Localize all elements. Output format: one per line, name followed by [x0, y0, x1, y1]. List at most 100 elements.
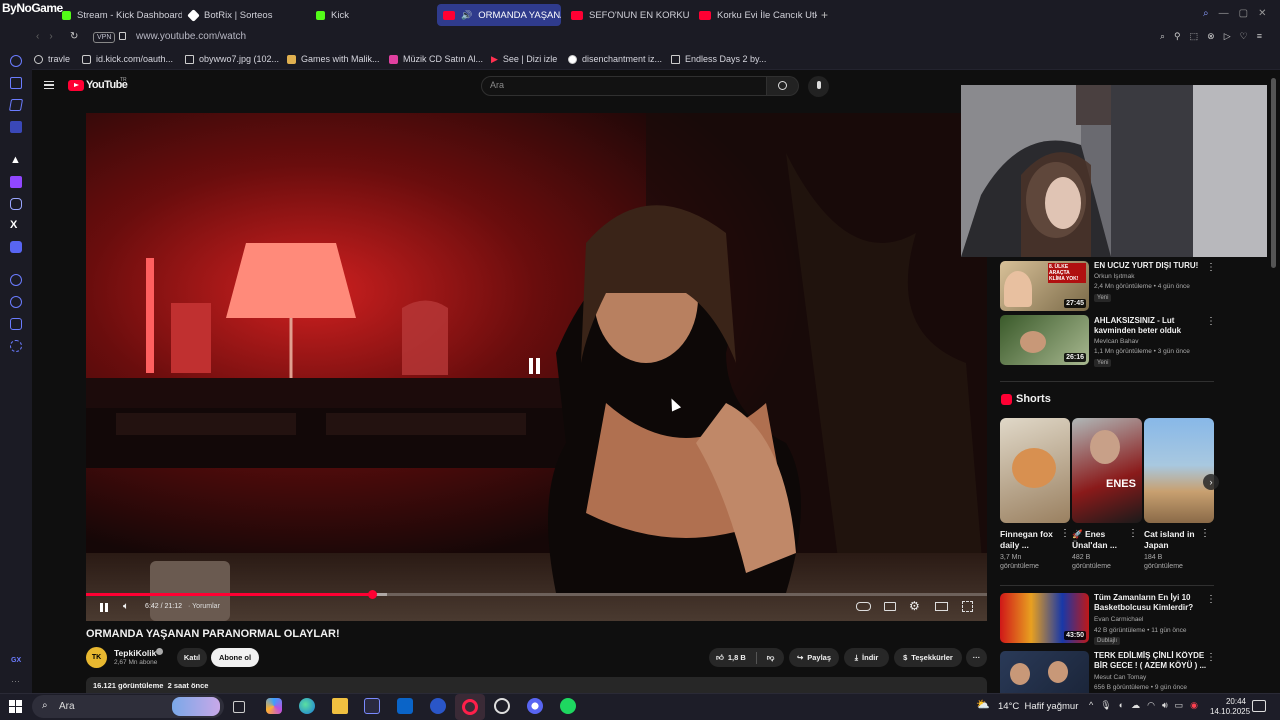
join-button[interactable]: Katıl: [177, 648, 207, 667]
more-options-icon[interactable]: ⋮: [1206, 595, 1216, 605]
more-options-icon[interactable]: ⋮: [1206, 317, 1216, 327]
share-button[interactable]: ↪ Paylaş: [789, 648, 839, 667]
video-thumbnail[interactable]: 43:50: [1000, 593, 1089, 643]
spotify-icon[interactable]: [560, 698, 576, 714]
windows-start-icon[interactable]: [9, 700, 22, 713]
video-thumbnail[interactable]: 8. ÜLKE ARAÇTA KLİMA YOK! 27:45: [1000, 261, 1089, 311]
wallet-icon[interactable]: [8, 99, 24, 111]
channel-name[interactable]: Evan Carmichael: [1094, 616, 1144, 623]
video-title[interactable]: Tüm Zamanların En İyi 10 Basketbolcusu K…: [1094, 593, 1212, 613]
new-tab-button[interactable]: +: [821, 8, 828, 22]
video-title[interactable]: EN UCUZ YURT DIŞI TURU!: [1094, 261, 1212, 271]
video-title[interactable]: TERK EDİLMİŞ ÇİNLİ KÖYDE BİR GECE ! ( AZ…: [1094, 651, 1212, 671]
bookmark-endless-days[interactable]: Endless Days 2 by...: [671, 52, 766, 66]
history-icon[interactable]: [10, 296, 22, 308]
page-scrollbar[interactable]: [1271, 78, 1276, 268]
bookmark-disenchantment[interactable]: disenchantment iz...: [568, 52, 662, 66]
extensions-icon[interactable]: [10, 318, 22, 330]
pin-icon[interactable]: ⚲: [1174, 31, 1181, 42]
subscribe-button[interactable]: Abone ol: [211, 648, 259, 667]
aria-icon[interactable]: [10, 77, 22, 89]
pause-overlay-icon[interactable]: [529, 358, 543, 374]
messenger-icon[interactable]: [10, 121, 22, 133]
vpn-badge[interactable]: VPN: [93, 32, 116, 43]
short-thumbnail[interactable]: [1000, 418, 1070, 523]
related-video-card[interactable]: 26:16 AHLAKSIZSINIZ - Lut kavminden bete…: [1000, 315, 1230, 367]
player-icon[interactable]: [10, 274, 22, 286]
weather-text[interactable]: 14°C Hafif yağmur: [998, 701, 1078, 712]
related-video-card[interactable]: 8. ÜLKE ARAÇTA KLİMA YOK! 27:45 EN UCUZ …: [1000, 261, 1230, 311]
more-options-icon[interactable]: ⋮: [1206, 653, 1216, 663]
url-field[interactable]: www.youtube.com/watch: [136, 31, 246, 42]
channel-name[interactable]: TepkiKolik: [114, 648, 156, 658]
chapter-label[interactable]: · Yorumlar: [188, 603, 220, 610]
cloud-icon[interactable]: ☁: [1131, 700, 1140, 711]
player-icon[interactable]: ▷: [1224, 31, 1231, 42]
tab-kick[interactable]: Kick: [310, 4, 430, 26]
channel-avatar[interactable]: TK: [86, 647, 107, 668]
download-button[interactable]: ⤓ İndir: [844, 648, 889, 667]
short-more-icon[interactable]: ⋮: [1128, 528, 1138, 539]
hamburger-icon[interactable]: [44, 81, 54, 89]
short-thumbnail[interactable]: ENES: [1072, 418, 1142, 523]
store-icon[interactable]: [364, 698, 380, 714]
video-title[interactable]: AHLAKSIZSINIZ - Lut kavminden beter oldu…: [1094, 316, 1212, 336]
obs-icon[interactable]: [494, 698, 510, 714]
tab-botrix[interactable]: BotRix | Sorteos: [183, 4, 303, 26]
pause-button[interactable]: [100, 603, 108, 612]
block-icon[interactable]: ⊗: [1207, 31, 1215, 42]
fullscreen-icon[interactable]: [962, 601, 973, 612]
progress-track[interactable]: [86, 590, 987, 599]
instagram-icon[interactable]: [10, 198, 22, 210]
tab-korku-evi[interactable]: Korku Evi İle Cancık Utku: [693, 4, 817, 26]
app-icon[interactable]: [430, 698, 446, 714]
x-icon[interactable]: X: [10, 219, 22, 231]
edge-icon[interactable]: [299, 698, 315, 714]
bookmark-dizi[interactable]: ▶ See | Dizi izle: [491, 52, 557, 66]
search-tabs-icon[interactable]: ⌕: [1203, 8, 1209, 19]
notifications-icon[interactable]: [1252, 700, 1266, 712]
outlook-icon[interactable]: [397, 698, 413, 714]
tab-ormanda-yasanan[interactable]: 🔊ORMANDA YAŞANAN: [437, 4, 561, 26]
clock[interactable]: 20:44 14.10.2025: [1210, 697, 1250, 717]
battery-icon[interactable]: ▭: [1175, 700, 1184, 711]
tab-kick-dashboard[interactable]: Stream - Kick Dashboard: [56, 4, 182, 26]
like-count[interactable]: 1,8 B: [728, 653, 746, 662]
wifi-icon[interactable]: ◠: [1147, 700, 1155, 711]
bookmark-travle[interactable]: travle: [34, 52, 70, 66]
volume-icon[interactable]: 🔈︎: [123, 601, 129, 612]
settings-icon[interactable]: [10, 340, 22, 352]
shorts-next-button[interactable]: ›: [1203, 474, 1219, 490]
thanks-button[interactable]: $ Teşekkürler: [894, 648, 962, 667]
file-explorer-icon[interactable]: [332, 698, 348, 714]
chevron-up-icon[interactable]: ^: [1089, 700, 1093, 711]
tray-app-icon[interactable]: ◐: [1119, 700, 1124, 711]
heart-icon[interactable]: ♡: [1240, 31, 1248, 42]
zoom-icon[interactable]: ⌕: [1160, 31, 1165, 42]
short-more-icon[interactable]: ⋮: [1060, 528, 1070, 539]
twitch-icon[interactable]: [10, 176, 22, 188]
theater-mode-icon[interactable]: [935, 602, 948, 611]
short-card[interactable]: ENES 🚀 Enes Ünal'dan ... 482 B görüntüle…: [1072, 418, 1142, 571]
short-card[interactable]: Finnegan fox daily ... 3,7 Mn görüntülem…: [1000, 418, 1070, 571]
mic-tray-icon[interactable]: 🎙︎: [1100, 700, 1111, 711]
search-button[interactable]: [767, 76, 799, 96]
ai-icon[interactable]: ▲: [10, 154, 22, 166]
video-player[interactable]: 🔈︎ 6:42 / 21:12 · Yorumlar ⚙: [86, 113, 987, 621]
menu-icon[interactable]: ≡: [1257, 31, 1262, 42]
video-thumbnail[interactable]: [1000, 651, 1089, 693]
discord-icon[interactable]: [10, 241, 22, 253]
short-title[interactable]: Finnegan fox daily ...: [1000, 529, 1060, 551]
channel-name[interactable]: Orkun Işıtmak: [1094, 273, 1134, 280]
short-card[interactable]: Cat island in Japan 184 B görüntüleme: [1144, 418, 1214, 571]
minimize-icon[interactable]: —: [1219, 8, 1229, 19]
more-options-icon[interactable]: ⋮: [1206, 263, 1216, 273]
description-box[interactable]: 16.121 görüntüleme 2 saat önce: [86, 677, 987, 693]
more-icon[interactable]: ···: [11, 676, 20, 686]
search-input[interactable]: Ara: [481, 76, 767, 96]
short-thumbnail[interactable]: [1144, 418, 1214, 523]
related-video-card[interactable]: TERK EDİLMİŞ ÇİNLİ KÖYDE BİR GECE ! ( AZ…: [1000, 651, 1230, 693]
bookmark-jpg[interactable]: obywwo7.jpg (102...: [185, 52, 279, 66]
speed-dial-icon[interactable]: [10, 55, 22, 67]
youtube-logo-icon[interactable]: [68, 80, 84, 91]
